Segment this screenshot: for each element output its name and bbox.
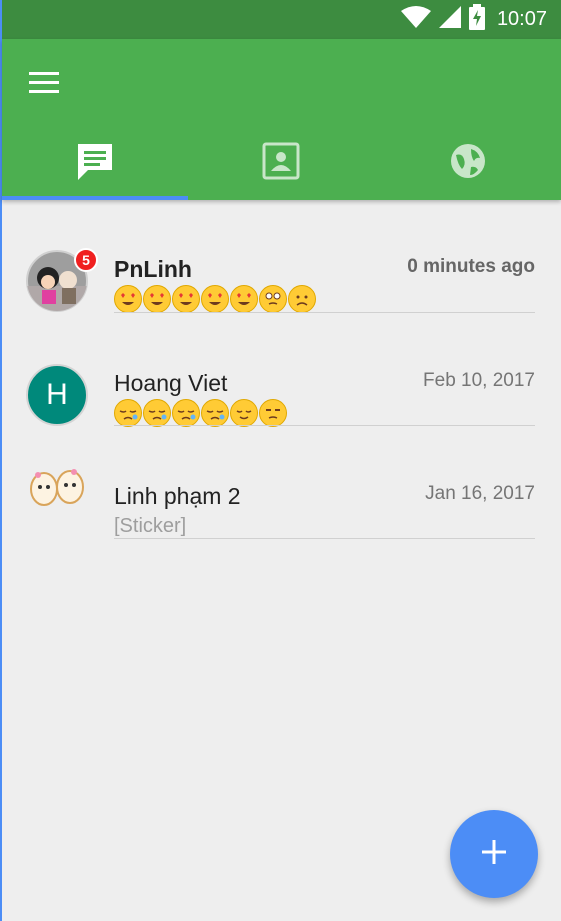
contact-name: Linh phạm 2 bbox=[114, 483, 241, 509]
sleepy-emoji-icon bbox=[114, 399, 142, 427]
divider bbox=[114, 538, 535, 539]
hamburger-menu-icon[interactable] bbox=[24, 65, 64, 101]
wifi-icon bbox=[400, 6, 431, 33]
unamused-emoji-icon bbox=[259, 399, 287, 427]
sleepy-emoji-icon bbox=[172, 399, 200, 427]
message-time: Feb 10, 2017 bbox=[423, 370, 535, 391]
sticker-avatar bbox=[26, 459, 88, 521]
tab-contacts[interactable] bbox=[188, 127, 374, 200]
list-item[interactable]: 5 PnLinh 0 minutes ago bbox=[2, 200, 561, 313]
chat-icon bbox=[76, 142, 114, 185]
contact-name: PnLinh bbox=[114, 256, 192, 282]
thinking-emoji-icon bbox=[259, 285, 287, 313]
message-preview: [Sticker] bbox=[114, 515, 187, 537]
cell-signal-icon bbox=[438, 6, 461, 33]
plus-icon bbox=[482, 839, 506, 869]
heart-eyes-emoji-icon bbox=[230, 285, 258, 313]
contacts-icon bbox=[262, 142, 300, 185]
sleepy-emoji-icon bbox=[143, 399, 171, 427]
clock: 10:07 bbox=[496, 8, 547, 30]
status-bar: 10:07 bbox=[2, 0, 561, 39]
list-item[interactable]: H Hoang Viet Feb 10, 2017 bbox=[2, 313, 561, 427]
message-time: Jan 16, 2017 bbox=[425, 483, 535, 504]
heart-eyes-emoji-icon bbox=[201, 285, 229, 313]
heart-eyes-emoji-icon bbox=[114, 285, 142, 313]
contact-name: Hoang Viet bbox=[114, 370, 228, 396]
tab-chats[interactable] bbox=[2, 127, 188, 200]
sleepy-emoji-icon bbox=[201, 399, 229, 427]
app-bar bbox=[2, 39, 561, 200]
battery-charging-icon bbox=[468, 4, 485, 35]
relieved-emoji-icon bbox=[230, 399, 258, 427]
message-preview bbox=[114, 285, 316, 313]
heart-eyes-emoji-icon bbox=[172, 285, 200, 313]
unread-badge: 5 bbox=[74, 248, 98, 272]
message-time: 0 minutes ago bbox=[407, 256, 535, 277]
avatar: H bbox=[26, 364, 88, 426]
new-conversation-button[interactable] bbox=[450, 810, 538, 898]
globe-icon bbox=[449, 142, 487, 185]
heart-eyes-emoji-icon bbox=[143, 285, 171, 313]
avatar: 5 bbox=[26, 248, 98, 312]
list-item[interactable]: Linh phạm 2 Jan 16, 2017 [Sticker] bbox=[2, 426, 561, 539]
tab-discover[interactable] bbox=[375, 127, 561, 200]
conversation-list: 5 PnLinh 0 minutes ago H Hoang Viet Feb … bbox=[2, 200, 561, 539]
message-preview bbox=[114, 399, 287, 427]
tab-bar bbox=[2, 127, 561, 200]
confused-emoji-icon bbox=[288, 285, 316, 313]
